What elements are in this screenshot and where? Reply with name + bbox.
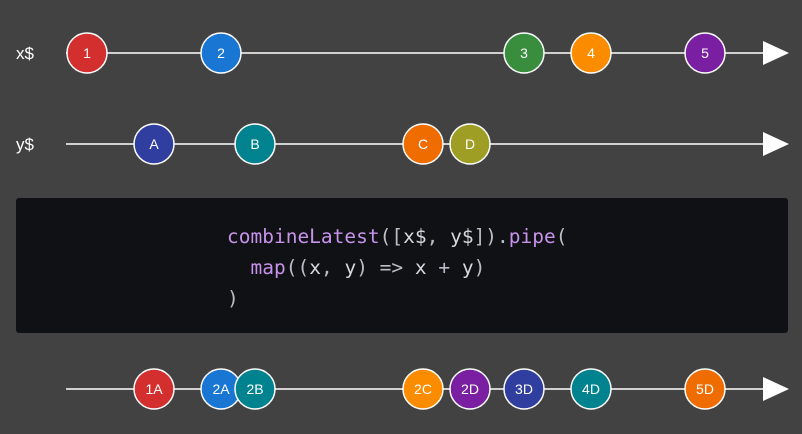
stream-label-y: y$ <box>16 135 35 154</box>
marble-label: 1A <box>145 381 163 397</box>
code-token: combineLatest <box>227 225 380 248</box>
code-token: ]). <box>473 225 509 248</box>
code-token: ) <box>227 287 239 310</box>
marble-label: A <box>149 136 159 152</box>
code-token: (( <box>285 256 310 279</box>
marble-label: 5 <box>701 45 709 61</box>
marble-label: 4 <box>587 45 595 61</box>
marble-label: C <box>418 136 428 152</box>
code-token: x <box>309 256 321 279</box>
marble-x-1: 1 <box>66 32 108 74</box>
marble-label: 2A <box>212 381 230 397</box>
code-token: , <box>320 256 345 279</box>
marble-result-2c: 2C <box>402 368 444 410</box>
marble-label: 5D <box>696 381 714 397</box>
code-token: + <box>426 256 462 279</box>
code-token: x <box>414 256 427 279</box>
operator-code: combineLatest([x$, y$]).pipe( map((x, y)… <box>227 221 568 314</box>
timeline-arrow-result <box>763 377 789 401</box>
marble-y-b: B <box>234 123 276 165</box>
marble-x-2: 2 <box>200 32 242 74</box>
marble-label: B <box>250 136 259 152</box>
marble-label: 3 <box>520 45 528 61</box>
code-token: ([ <box>379 225 404 248</box>
timeline-arrow-y <box>763 132 789 156</box>
marble-y-a: A <box>133 123 175 165</box>
marble-y-c: C <box>402 123 444 165</box>
stream-x: x$ 1 2 3 4 5 <box>16 32 789 74</box>
code-token: y$ <box>450 225 474 248</box>
stream-result: 1A 2A 2B 2C 2D 3D 4D 5D <box>66 368 789 410</box>
marble-result-5d: 5D <box>684 368 726 410</box>
marble-label: 2 <box>217 45 225 61</box>
operator-code-panel: combineLatest([x$, y$]).pipe( map((x, y)… <box>16 198 788 333</box>
code-token: ) <box>473 256 486 279</box>
marble-label: 4D <box>582 381 600 397</box>
code-token: ( <box>555 225 568 248</box>
code-token: y <box>461 256 474 279</box>
marble-result-2b: 2B <box>234 368 276 410</box>
marble-x-3: 3 <box>503 32 545 74</box>
code-token: pipe <box>508 225 556 248</box>
marble-y-d: D <box>449 123 491 165</box>
stream-label-x: x$ <box>16 44 35 63</box>
code-line: map((x, y) => x + y) <box>227 252 568 283</box>
marble-label: D <box>465 136 475 152</box>
marble-label: 2B <box>246 381 263 397</box>
code-token: , <box>426 225 451 248</box>
marble-x-5: 5 <box>684 32 726 74</box>
code-token: map <box>250 256 286 279</box>
timeline-arrow-x <box>763 41 789 65</box>
code-token: y <box>344 256 357 279</box>
marble-label: 2C <box>414 381 432 397</box>
marble-result-2d: 2D <box>449 368 491 410</box>
stream-y: y$ A B C D <box>16 123 789 165</box>
marble-label: 2D <box>461 381 479 397</box>
marble-result-3d: 3D <box>503 368 545 410</box>
marble-x-4: 4 <box>570 32 612 74</box>
marble-label: 1 <box>83 45 91 61</box>
code-line: combineLatest([x$, y$]).pipe( <box>227 221 568 252</box>
marble-result-4d: 4D <box>570 368 612 410</box>
marble-result-1a: 1A <box>133 368 175 410</box>
code-token: x$ <box>403 225 427 248</box>
marble-label: 3D <box>515 381 533 397</box>
code-token: ) => <box>356 256 415 279</box>
marble-diagram: x$ 1 2 3 4 5 y$ A B C D 1A 2A 2B 2C 2D 3D 4D 5D combin… <box>0 0 802 434</box>
code-line: ) <box>227 283 568 314</box>
